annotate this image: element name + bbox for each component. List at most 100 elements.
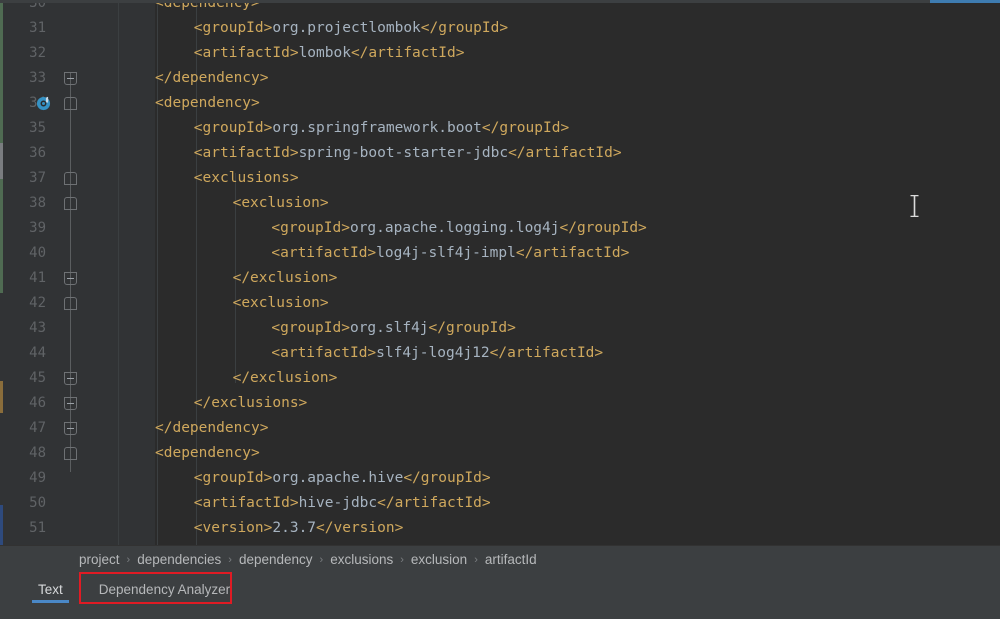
code-line[interactable]: <groupId>org.apache.hive</groupId> [194, 466, 491, 491]
line-number: 51 [0, 516, 46, 541]
fold-marker-line-33[interactable] [64, 72, 77, 85]
code-line[interactable]: <groupId>org.apache.logging.log4j</group… [271, 216, 646, 241]
line-number: 47 [0, 416, 46, 441]
breadcrumb-separator-icon: › [127, 554, 131, 566]
xml-text-token: lombok [299, 45, 351, 61]
line-number: 37 [0, 166, 46, 191]
xml-tag-token: <artifactId> [271, 245, 376, 261]
fold-marker-line-42[interactable] [64, 297, 77, 310]
xml-tag-token: <artifactId> [271, 345, 376, 361]
editor-mode-tab-bar[interactable]: Text Dependency Analyzer [0, 573, 1000, 605]
line-number: 31 [0, 16, 46, 41]
breadcrumb-separator-icon: › [320, 554, 324, 566]
xml-tag-token: </groupId> [429, 320, 516, 336]
xml-text-token: slf4j-log4j12 [376, 345, 490, 361]
line-number: 42 [0, 291, 46, 316]
code-line[interactable]: <dependency> [155, 91, 260, 116]
line-number: 41 [0, 266, 46, 291]
code-line[interactable]: </exclusion> [233, 366, 338, 391]
xml-text-token: org.slf4j [350, 320, 429, 336]
text-ibeam-cursor [910, 195, 919, 217]
xml-tag-token: </dependency> [155, 70, 269, 86]
breadcrumb-item-artifactid[interactable]: artifactId [485, 552, 537, 567]
line-number: 35 [0, 116, 46, 141]
xml-tag-token: <dependency> [155, 445, 260, 461]
code-line[interactable]: <dependency> [155, 441, 260, 466]
line-number: 30 [0, 3, 46, 16]
xml-text-token: 2.3.7 [272, 520, 316, 536]
fold-marker-line-37[interactable] [64, 172, 77, 185]
xml-tag-token: <version> [194, 520, 273, 536]
xml-tag-token: </version> [316, 520, 403, 536]
line-number: 43 [0, 316, 46, 341]
line-number: 32 [0, 41, 46, 66]
code-line[interactable]: <groupId>org.springframework.boot</group… [194, 116, 569, 141]
xml-tag-token: </artifactId> [516, 245, 630, 261]
tab-dependency-analyzer[interactable]: Dependency Analyzer [81, 573, 248, 605]
fold-marker-line-38[interactable] [64, 197, 77, 210]
line-number: 48 [0, 441, 46, 466]
breadcrumb-separator-icon: › [228, 554, 232, 566]
xml-tag-token: <groupId> [194, 470, 273, 486]
code-editor[interactable]: 3031323334353637383940414243444546474849… [0, 3, 1000, 545]
xml-text-token: log4j-slf4j-impl [376, 245, 516, 261]
line-number: 39 [0, 216, 46, 241]
xml-tag-token: <groupId> [271, 220, 350, 236]
breadcrumb-separator-icon: › [400, 554, 404, 566]
breadcrumb-item-dependency[interactable]: dependency [239, 552, 313, 567]
xml-tag-token: <groupId> [194, 20, 273, 36]
code-line[interactable]: <groupId>org.projectlombok</groupId> [194, 16, 508, 41]
fold-marker-line-34[interactable] [64, 97, 77, 110]
xml-tag-token: </artifactId> [377, 495, 491, 511]
xml-tag-token: </groupId> [559, 220, 646, 236]
xml-tag-token: </groupId> [403, 470, 490, 486]
code-line[interactable]: <artifactId>slf4j-log4j12</artifactId> [271, 341, 603, 366]
xml-tag-token: <groupId> [194, 120, 273, 136]
xml-tag-token: <dependency> [155, 3, 260, 11]
xml-tag-token: <artifactId> [194, 145, 299, 161]
breadcrumb-item-dependencies[interactable]: dependencies [137, 552, 221, 567]
xml-tag-token: <exclusion> [233, 295, 329, 311]
xml-tag-token: </dependency> [155, 420, 269, 436]
xml-tag-token: </artifactId> [508, 145, 622, 161]
bottom-status-strip [0, 605, 1000, 619]
fold-marker-line-45[interactable] [64, 372, 77, 385]
xml-tag-token: <dependency> [155, 95, 260, 111]
breadcrumb-item-exclusions[interactable]: exclusions [330, 552, 393, 567]
xml-text-token: org.projectlombok [272, 20, 420, 36]
breadcrumb-item-exclusion[interactable]: exclusion [411, 552, 467, 567]
maven-reload-icon[interactable] [36, 96, 51, 111]
xml-tag-token: </exclusion> [233, 370, 338, 386]
code-line[interactable]: <artifactId>hive-jdbc</artifactId> [194, 491, 491, 516]
line-number: 49 [0, 466, 46, 491]
code-line[interactable]: </exclusion> [233, 266, 338, 291]
xml-tag-token: <groupId> [271, 320, 350, 336]
code-line[interactable]: <dependency> [155, 3, 260, 16]
code-line[interactable]: <artifactId>log4j-slf4j-impl</artifactId… [271, 241, 629, 266]
xml-tag-token: <exclusion> [233, 195, 329, 211]
fold-marker-line-41[interactable] [64, 272, 77, 285]
code-line[interactable]: <version>2.3.7</version> [194, 516, 404, 541]
xml-tag-token: <artifactId> [194, 45, 299, 61]
xml-tag-token: </artifactId> [351, 45, 465, 61]
fold-marker-line-48[interactable] [64, 447, 77, 460]
xml-tag-token: </exclusions> [194, 395, 308, 411]
code-line[interactable]: <exclusion> [233, 291, 329, 316]
line-number: 38 [0, 191, 46, 216]
code-line[interactable]: <artifactId>spring-boot-starter-jdbc</ar… [194, 141, 622, 166]
code-line[interactable]: </dependency> [155, 416, 269, 441]
fold-marker-line-46[interactable] [64, 397, 77, 410]
code-line[interactable]: </dependency> [155, 66, 269, 91]
code-line[interactable]: <groupId>org.slf4j</groupId> [271, 316, 515, 341]
breadcrumb[interactable]: project › dependencies › dependency › exclusio… [0, 545, 1000, 573]
fold-marker-line-47[interactable] [64, 422, 77, 435]
indent-guide-1 [118, 3, 119, 545]
code-line[interactable]: <exclusions> [194, 166, 299, 191]
tab-text[interactable]: Text [20, 573, 81, 605]
tab-label: Text [38, 582, 63, 597]
code-line[interactable]: <artifactId>lombok</artifactId> [194, 41, 465, 66]
breadcrumb-item-project[interactable]: project [79, 552, 120, 567]
breadcrumb-separator-icon: › [474, 554, 478, 566]
code-line[interactable]: </exclusions> [194, 391, 308, 416]
code-line[interactable]: <exclusion> [233, 191, 329, 216]
